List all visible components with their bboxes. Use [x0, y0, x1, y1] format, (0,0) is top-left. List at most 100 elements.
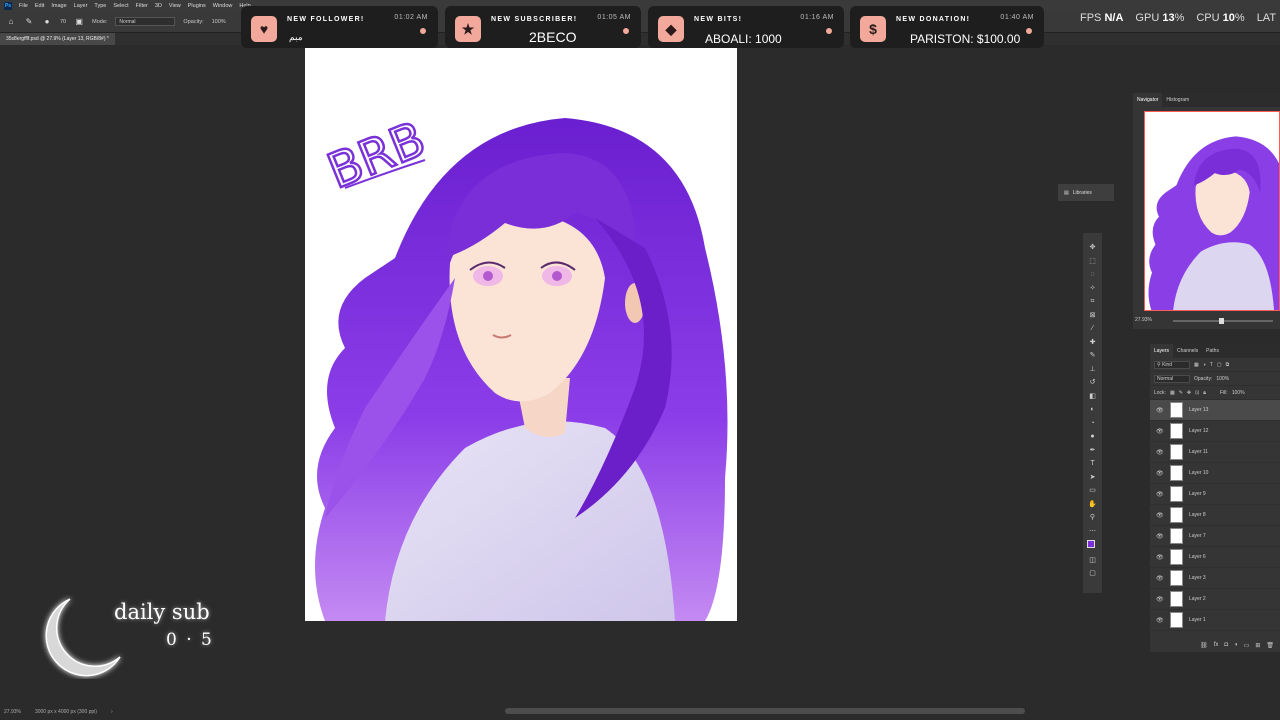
link-layers-icon[interactable]: ⛓	[1200, 642, 1208, 649]
status-arrow-icon[interactable]: ›	[111, 709, 113, 715]
screen-mode-icon[interactable]: ▢	[1087, 569, 1099, 578]
tab-channels[interactable]: Channels	[1173, 344, 1202, 358]
eraser-tool-icon[interactable]: ◧	[1087, 392, 1099, 401]
layer-opacity-value[interactable]: 100%	[1216, 376, 1229, 382]
rectangle-tool-icon[interactable]: ▭	[1087, 486, 1099, 495]
eye-icon[interactable]: 👁︎	[1156, 449, 1164, 456]
layer-kind-filter[interactable]: ⚲ Kind	[1154, 360, 1190, 369]
healing-tool-icon[interactable]: ✚	[1087, 338, 1099, 347]
new-layer-icon[interactable]: ⊞	[1255, 642, 1260, 649]
menu-image[interactable]: Image	[51, 3, 66, 9]
navigator-thumbnail[interactable]	[1144, 111, 1280, 311]
brush-settings-icon[interactable]: ▣	[74, 17, 84, 27]
brush-tool-icon[interactable]: ✎	[24, 17, 34, 27]
eye-icon[interactable]: 👁︎	[1156, 596, 1164, 603]
color-swatches[interactable]	[1087, 540, 1098, 551]
move-tool-icon[interactable]: ✥	[1087, 243, 1099, 252]
layer-row[interactable]: 👁︎ Layer 7	[1150, 526, 1280, 547]
tab-navigator[interactable]: Navigator	[1133, 93, 1163, 107]
blur-tool-icon[interactable]: ◔	[1087, 419, 1099, 428]
tab-histogram[interactable]: Histogram	[1162, 93, 1193, 107]
navigator-zoom[interactable]: 27.93%	[1135, 317, 1152, 323]
layer-row[interactable]: 👁︎ Layer 11	[1150, 442, 1280, 463]
libraries-panel-button[interactable]: ▤ Libraries	[1058, 184, 1114, 201]
zoom-tool-icon[interactable]: ⚲	[1087, 513, 1099, 522]
eye-icon[interactable]: 👁︎	[1156, 407, 1164, 414]
hand-tool-icon[interactable]: ✋	[1087, 500, 1099, 509]
eye-icon[interactable]: 👁︎	[1156, 512, 1164, 519]
eye-icon[interactable]: 👁︎	[1156, 575, 1164, 582]
menu-select[interactable]: Select	[113, 3, 128, 9]
tab-layers[interactable]: Layers	[1150, 344, 1174, 358]
eye-icon[interactable]: 👁︎	[1156, 533, 1164, 540]
magic-wand-tool-icon[interactable]: ✧	[1087, 284, 1099, 293]
layer-row[interactable]: 👁︎ Layer 9	[1150, 484, 1280, 505]
filter-type-icon[interactable]: T	[1210, 362, 1213, 368]
dodge-tool-icon[interactable]: ●	[1087, 432, 1099, 441]
lock-move-icon[interactable]: ✥	[1187, 390, 1191, 396]
layer-row[interactable]: 👁︎ Layer 12	[1150, 421, 1280, 442]
layer-row[interactable]: 👁︎ Layer 6	[1150, 547, 1280, 568]
eye-icon[interactable]: 👁︎	[1156, 428, 1164, 435]
menu-window[interactable]: Window	[213, 3, 233, 9]
quick-mask-icon[interactable]: ◫	[1087, 556, 1099, 565]
layer-row[interactable]: 👁︎ Layer 8	[1150, 505, 1280, 526]
crop-tool-icon[interactable]: ⌗	[1087, 297, 1099, 306]
menu-type[interactable]: Type	[94, 3, 106, 9]
menu-3d[interactable]: 3D	[155, 3, 162, 9]
menu-filter[interactable]: Filter	[136, 3, 148, 9]
brush-preset-icon[interactable]: ●	[42, 17, 52, 27]
frame-tool-icon[interactable]: ⊠	[1087, 311, 1099, 320]
foreground-color-swatch[interactable]	[1087, 540, 1095, 548]
horizontal-scrollbar[interactable]	[505, 708, 1025, 714]
filter-shape-icon[interactable]: ▢	[1217, 362, 1222, 368]
layer-row[interactable]: 👁︎ Layer 13	[1150, 400, 1280, 421]
navigator-zoom-slider[interactable]	[1173, 318, 1273, 324]
eye-icon[interactable]: 👁︎	[1156, 554, 1164, 561]
filter-pixel-icon[interactable]: ▦	[1194, 362, 1199, 368]
lock-pixels-icon[interactable]: ▦	[1170, 390, 1175, 396]
path-select-tool-icon[interactable]: ➤	[1087, 473, 1099, 482]
trash-icon[interactable]: 🗑︎	[1266, 642, 1274, 649]
lasso-tool-icon[interactable]: ◌	[1087, 270, 1099, 279]
eyedropper-tool-icon[interactable]: ⁄	[1087, 324, 1099, 333]
fx-icon[interactable]: fx	[1214, 642, 1219, 648]
eye-icon[interactable]: 👁︎	[1156, 491, 1164, 498]
mode-dropdown[interactable]: Normal	[115, 17, 176, 26]
lock-all-icon[interactable]: 🔒︎	[1203, 390, 1206, 396]
brush-tool-icon[interactable]: ✎	[1087, 351, 1099, 360]
pen-tool-icon[interactable]: ✒	[1087, 446, 1099, 455]
add-mask-icon[interactable]: ◘	[1224, 642, 1228, 648]
type-tool-icon[interactable]: T	[1087, 459, 1099, 468]
new-group-icon[interactable]: ▭	[1244, 642, 1250, 649]
tab-paths[interactable]: Paths	[1202, 344, 1223, 358]
marquee-tool-icon[interactable]: ⬚	[1087, 257, 1099, 266]
status-zoom[interactable]: 27.93%	[4, 709, 21, 715]
bucket-tool-icon[interactable]: ◐	[1087, 405, 1099, 414]
fill-value[interactable]: 100%	[1232, 390, 1245, 396]
lock-artboard-icon[interactable]: ⊡	[1195, 390, 1199, 396]
menu-view[interactable]: View	[169, 3, 181, 9]
lock-paint-icon[interactable]: ✎	[1179, 390, 1183, 396]
home-icon[interactable]: ⌂	[6, 17, 16, 27]
menu-file[interactable]: File	[19, 3, 28, 9]
canvas-artwork[interactable]: BRB	[305, 48, 737, 621]
opacity-value[interactable]: 100%	[212, 19, 226, 25]
document-tab[interactable]: 35s8ergfflf.psd @ 27.9% (Layer 13, RGB/8…	[0, 33, 115, 45]
history-brush-icon[interactable]: ↺	[1087, 378, 1099, 387]
layer-row[interactable]: 👁︎ Layer 2	[1150, 589, 1280, 610]
zoom-slider-knob[interactable]	[1219, 318, 1224, 324]
menu-layer[interactable]: Layer	[74, 3, 88, 9]
menu-edit[interactable]: Edit	[35, 3, 44, 9]
brush-size-value[interactable]: 70	[60, 19, 66, 25]
filter-smart-icon[interactable]: ⧉	[1226, 362, 1230, 368]
blend-mode-dropdown[interactable]: Normal	[1154, 374, 1190, 383]
layer-row[interactable]: 👁︎ Layer 1	[1150, 610, 1280, 631]
stamp-tool-icon[interactable]: ⊥	[1087, 365, 1099, 374]
filter-adjust-icon[interactable]: ◑	[1203, 362, 1206, 368]
eye-icon[interactable]: 👁︎	[1156, 470, 1164, 477]
adjustment-layer-icon[interactable]: ◑	[1234, 642, 1238, 648]
more-tools-icon[interactable]: ⋯	[1087, 527, 1099, 536]
menu-plugins[interactable]: Plugins	[188, 3, 206, 9]
layer-row[interactable]: 👁︎ Layer 3	[1150, 568, 1280, 589]
